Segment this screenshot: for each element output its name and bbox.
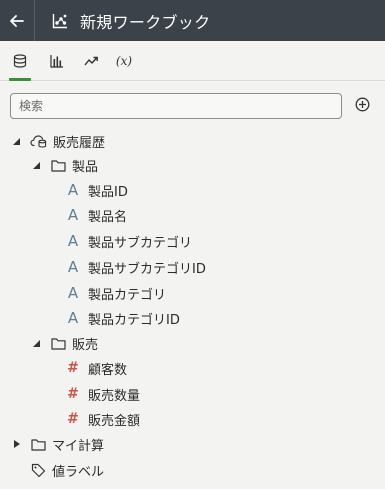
folder-icon <box>50 337 66 350</box>
folder-icon <box>30 438 46 451</box>
bar-chart-icon <box>50 54 63 68</box>
expand-triangle-icon[interactable] <box>30 159 42 171</box>
database-icon <box>13 53 27 68</box>
text-attribute-icon: A <box>67 258 79 276</box>
tree-item-label: 値ラベル <box>52 464 105 480</box>
app-header: 新規ワークブック <box>0 0 385 41</box>
collapse-triangle-icon[interactable] <box>10 438 22 450</box>
header-divider <box>34 0 35 41</box>
tree-item-product-folder[interactable]: 製品 <box>30 153 98 177</box>
page-title: 新規ワークブック <box>80 12 211 32</box>
tree-item-label: 顧客数 <box>88 362 128 378</box>
workbook-icon <box>52 13 67 28</box>
search-box <box>10 93 342 119</box>
tab-visualizations[interactable] <box>44 41 70 80</box>
panel-tabs: (x) <box>0 41 385 81</box>
number-measure-icon: # <box>67 360 79 376</box>
cloud-db-icon <box>30 134 48 148</box>
add-circle-icon <box>355 97 369 111</box>
expand-triangle-icon[interactable] <box>30 337 42 349</box>
tree-item-label: 販売数量 <box>88 388 141 404</box>
back-arrow-icon <box>10 14 24 27</box>
tree-item-sales-history[interactable]: 販売履歴 <box>10 129 105 153</box>
trend-icon <box>83 56 98 65</box>
text-attribute-icon: A <box>67 232 79 250</box>
tree-item-label: マイ計算 <box>52 438 105 454</box>
text-attribute-icon: A <box>67 309 79 327</box>
tree-item-label: 製品カテゴリ <box>88 287 167 303</box>
tree-item-product-category-id[interactable]: A 製品カテゴリID <box>66 306 180 330</box>
tree-item-label: 製品ID <box>88 184 128 200</box>
tree-item-label: 製品サブカテゴリ <box>88 235 193 251</box>
tab-data[interactable] <box>6 41 34 81</box>
tree-item-value-labels[interactable]: 値ラベル <box>30 458 104 482</box>
tree-item-sales-quantity[interactable]: # 販売数量 <box>66 382 140 406</box>
tab-calculations[interactable]: (x) <box>111 41 137 80</box>
tree-item-product-category[interactable]: A 製品カテゴリ <box>66 281 166 305</box>
folder-icon <box>50 159 66 172</box>
back-button[interactable] <box>0 0 34 41</box>
search-input[interactable] <box>11 94 341 118</box>
tree-item-my-calculations[interactable]: マイ計算 <box>10 432 104 456</box>
tree-item-label: 販売金額 <box>88 413 141 429</box>
tag-icon <box>30 463 46 477</box>
tree-item-label: 販売 <box>72 337 99 353</box>
number-measure-icon: # <box>67 386 79 402</box>
tree-item-product-subcategory-id[interactable]: A 製品サブカテゴリID <box>66 255 206 279</box>
tree-item-product-name[interactable]: A 製品名 <box>66 203 127 227</box>
function-icon: (x) <box>115 53 133 68</box>
tree-item-sales-amount[interactable]: # 販売金額 <box>66 407 140 431</box>
tree-item-label: 製品カテゴリID <box>88 312 180 328</box>
tree-item-customer-count[interactable]: # 顧客数 <box>66 356 127 380</box>
expand-triangle-icon[interactable] <box>10 135 22 147</box>
tree-item-label: 販売履歴 <box>53 135 106 151</box>
text-attribute-icon: A <box>67 206 79 224</box>
tab-analytics[interactable] <box>78 41 104 80</box>
tree-item-product-id[interactable]: A 製品ID <box>66 178 128 202</box>
tree-item-label: 製品 <box>72 159 99 175</box>
add-data-button[interactable] <box>352 94 372 114</box>
tree-item-product-subcategory[interactable]: A 製品サブカテゴリ <box>66 229 192 253</box>
tree-item-label: 製品名 <box>88 209 128 225</box>
tree-item-sales-folder[interactable]: 販売 <box>30 331 98 355</box>
text-attribute-icon: A <box>67 181 79 199</box>
number-measure-icon: # <box>67 411 79 427</box>
text-attribute-icon: A <box>67 284 79 302</box>
tree-item-label: 製品サブカテゴリID <box>88 261 206 277</box>
